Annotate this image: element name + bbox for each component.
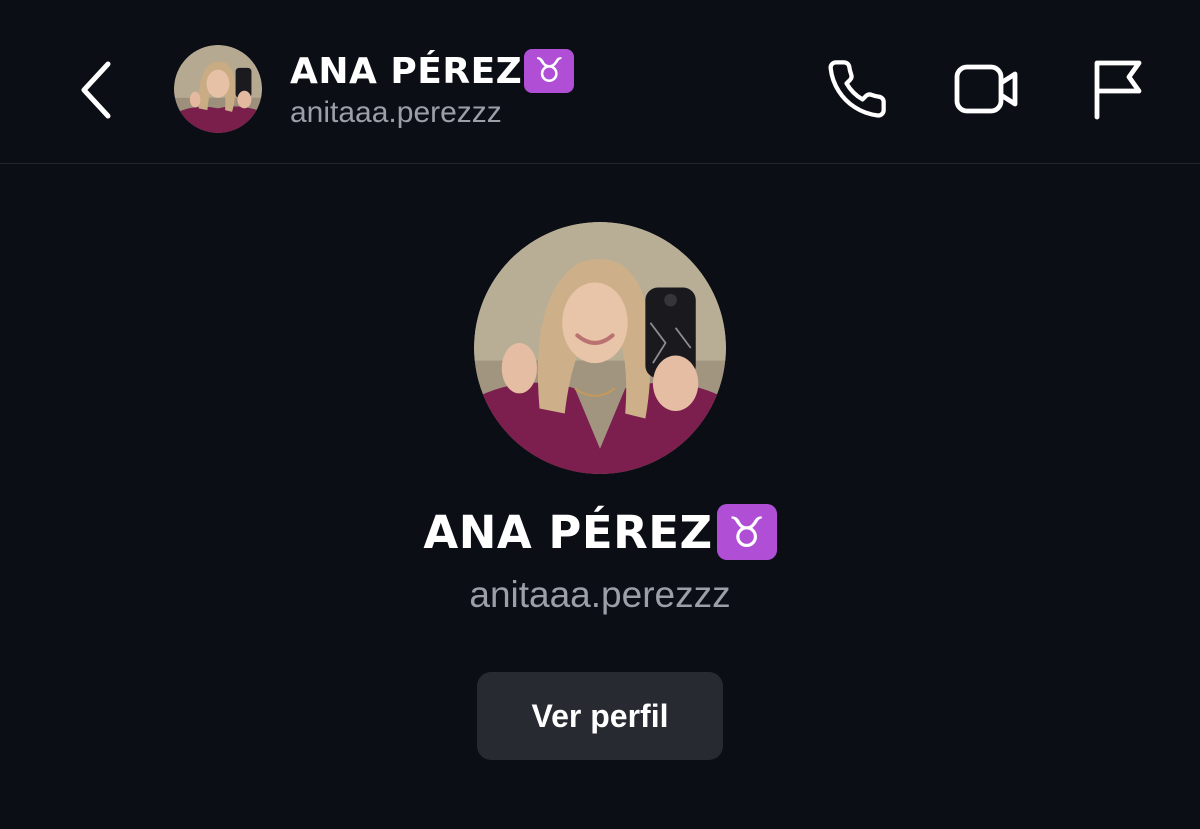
call-button[interactable] [822,56,892,122]
video-camera-icon [954,64,1018,114]
chat-info-screen: ANA PÉREZ ♉ anitaaa.perezzz ANA PÉREZ ♉ … [0,0,1200,829]
chevron-left-icon [81,61,111,119]
taurus-emoji-icon: ♉ [716,504,777,560]
profile-photo [474,222,726,474]
contact-username: anitaaa.perezzz [290,96,502,129]
flag-icon [1094,60,1142,120]
contact-name: ANA PÉREZ [290,50,523,92]
chat-header: ANA PÉREZ ♉ anitaaa.perezzz [0,0,1200,164]
avatar[interactable] [174,45,262,133]
profile-username: anitaaa.perezzz [469,574,731,615]
profile-avatar[interactable] [474,222,726,474]
back-button[interactable] [66,52,130,128]
profile-name: ANA PÉREZ [423,505,713,559]
report-button[interactable] [1082,56,1152,122]
view-profile-button[interactable]: Ver perfil [477,672,723,760]
profile-photo [174,45,262,133]
phone-icon [828,60,886,118]
video-call-button[interactable] [952,56,1022,122]
profile-name-row: ANA PÉREZ ♉ [0,500,1200,564]
header-name-row: ANA PÉREZ ♉ [290,48,575,94]
taurus-emoji-icon: ♉ [524,49,575,93]
